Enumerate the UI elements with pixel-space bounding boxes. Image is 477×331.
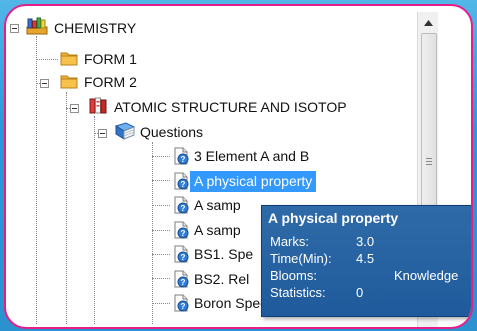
grip-line [426,161,432,162]
tree-node-label: 3 Element A and B [194,148,310,164]
svg-text:?: ? [181,155,186,164]
desktop-background: CHEMISTRY FORM 1 FORM 2 ATOMIC STRUCTURE… [0,0,477,331]
tree-line [36,59,58,60]
tree-node-topic[interactable]: ATOMIC STRUCTURE AND ISOTOP [110,97,351,118]
tree-line [152,230,170,231]
tree-node-label: ATOMIC STRUCTURE AND ISOTOP [114,99,347,115]
tree-node-question[interactable]: BS1. Spe [190,244,257,265]
svg-text:?: ? [181,302,186,311]
tree-node-label: A physical property [190,170,317,192]
collapse-toggle[interactable] [10,24,19,33]
tree-line [152,205,170,206]
tree-node-form-1[interactable]: FORM 1 [80,49,141,70]
tooltip-key: Marks: [270,234,309,249]
tooltip-value: 0 [356,285,364,300]
tooltip-value: 3.0 [356,234,375,249]
chevron-up-icon [423,13,433,31]
question-icon: ? [172,147,190,165]
tree-line [152,278,170,279]
collapse-toggle[interactable] [40,79,49,88]
tooltip-key: Statistics: [270,285,326,300]
svg-text:?: ? [181,180,186,189]
question-icon: ? [172,221,190,238]
tree-line [152,156,170,157]
tree-line [152,303,170,304]
tooltip-row-marks: Marks: 3.0 [270,233,374,250]
tooltip-row-statistics: Statistics: 0 [270,284,363,301]
grip-line [426,164,432,165]
tree-node-label: A samp [194,197,241,213]
question-icon: ? [172,270,190,287]
folder-icon [60,73,78,90]
tree-line [152,180,170,181]
tree-node-label: BS1. Spe [194,246,254,262]
tree-node-label: CHEMISTRY [54,20,137,36]
svg-text:?: ? [181,278,186,287]
tree-line [152,142,153,324]
tree-line [66,92,67,324]
tree-node-label: FORM 1 [84,51,137,67]
tree-line [152,254,170,255]
grip-line [426,158,432,159]
question-icon: ? [172,294,190,312]
question-icon: ? [172,172,190,189]
collapse-toggle[interactable] [98,129,107,138]
tree-line [36,36,37,324]
tooltip-key: Blooms: [270,268,317,283]
subject-bookshelf-icon [26,17,48,35]
tooltip-value: 4.5 [356,251,375,266]
tree-node-question[interactable]: BS2. Rel [190,269,253,290]
tree-node-root[interactable]: CHEMISTRY [50,18,140,39]
topic-books-icon [88,97,108,114]
collapse-toggle[interactable] [70,104,79,113]
tooltip-row-time: Time(Min): 4.5 [270,250,374,267]
question-icon: ? [172,245,190,263]
tree-node-questions[interactable]: Questions [136,122,207,143]
tree-node-label: FORM 2 [84,74,137,90]
tooltip-value: Knowledge [394,268,459,283]
tooltip-title: A physical property [268,210,399,226]
tree-node-label: BS2. Rel [194,270,250,287]
svg-text:?: ? [181,253,186,262]
tree-node-question[interactable]: 3 Element A and B [190,146,313,167]
tree-node-label: Questions [140,124,204,140]
tree-node-form-2[interactable]: FORM 2 [80,72,141,93]
book-icon [114,122,136,140]
tree-node-question[interactable]: A samp [190,195,245,216]
question-icon: ? [172,196,190,214]
question-tooltip: A physical property Marks: 3.0 Time(Min)… [261,205,471,317]
tree-node-label: A samp [194,221,241,238]
folder-icon [60,50,78,67]
scroll-up-button[interactable] [418,12,438,32]
tree-node-question-selected[interactable]: A physical property [190,170,317,192]
tree-view-panel: CHEMISTRY FORM 1 FORM 2 ATOMIC STRUCTURE… [4,4,473,329]
tree-line [94,116,95,324]
svg-text:?: ? [181,204,186,213]
tooltip-key: Time(Min): [270,251,332,266]
svg-text:?: ? [181,229,186,238]
tree-node-question[interactable]: A samp [190,220,245,241]
tooltip-row-blooms: Blooms: Knowledge [270,267,458,284]
